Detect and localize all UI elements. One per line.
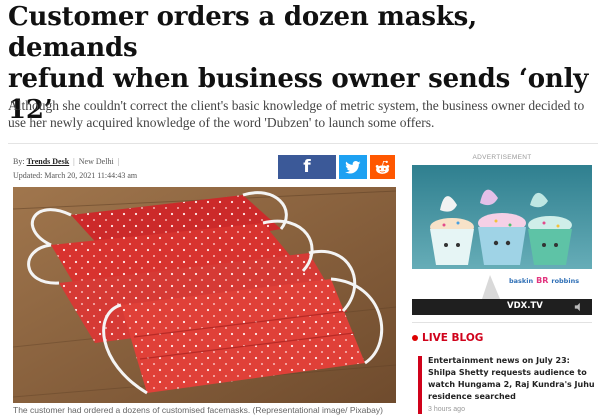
article-image (13, 187, 396, 403)
reddit-share-button[interactable] (370, 155, 395, 179)
twitter-share-button[interactable] (339, 155, 367, 179)
updated-timestamp: Updated: March 20, 2021 11:44:43 am (13, 171, 138, 180)
live-dot-icon (412, 335, 418, 341)
twitter-icon (345, 160, 361, 173)
ad-brand-logo: baskin BR robbins (509, 276, 579, 285)
byline-location: New Delhi (78, 157, 114, 166)
byline-separator-2: | (117, 157, 120, 166)
ad-brand-name: baskin (509, 276, 534, 285)
byline-separator: | (73, 157, 75, 166)
facebook-share-button[interactable]: f (278, 155, 336, 179)
divider (8, 143, 598, 144)
advertisement-video[interactable]: baskin BR robbins VDX.TV (412, 165, 592, 315)
author-link[interactable]: Trends Desk (27, 157, 70, 166)
ad-creative (412, 165, 592, 315)
byline-author-row: By: Trends Desk | New Delhi | (13, 155, 137, 169)
video-player-bar: VDX.TV (412, 299, 592, 315)
headline-line-2: refund when business owner sends ‘only (8, 64, 589, 94)
facebook-icon: f (303, 157, 311, 177)
ad-brand-mark: BR (536, 276, 549, 285)
facemasks-illustration (13, 187, 396, 403)
image-caption: The customer had ordered a dozens of cus… (13, 405, 383, 415)
live-blog-headline-link[interactable]: Entertainment news on July 23: Shilpa Sh… (428, 355, 596, 403)
headline-line-1: Customer orders a dozen masks, demands (8, 2, 477, 63)
ad-brand-suffix: robbins (551, 276, 580, 285)
live-item-accent (418, 356, 422, 414)
byline-prefix: By: (13, 157, 25, 166)
advertisement-label: ADVERTISEMENT (472, 154, 532, 161)
live-blog-time: 3 hours ago (428, 406, 465, 413)
live-blog-divider (412, 322, 592, 323)
live-blog-header: LIVE BLOG (412, 332, 483, 344)
article-subhead: Although she couldn't correct the client… (8, 98, 585, 130)
reddit-icon (375, 160, 390, 174)
byline: By: Trends Desk | New Delhi | Updated: M… (13, 155, 137, 183)
live-blog-title[interactable]: LIVE BLOG (422, 332, 483, 344)
player-brand: VDX.TV (507, 301, 543, 311)
volume-icon[interactable] (574, 302, 584, 312)
